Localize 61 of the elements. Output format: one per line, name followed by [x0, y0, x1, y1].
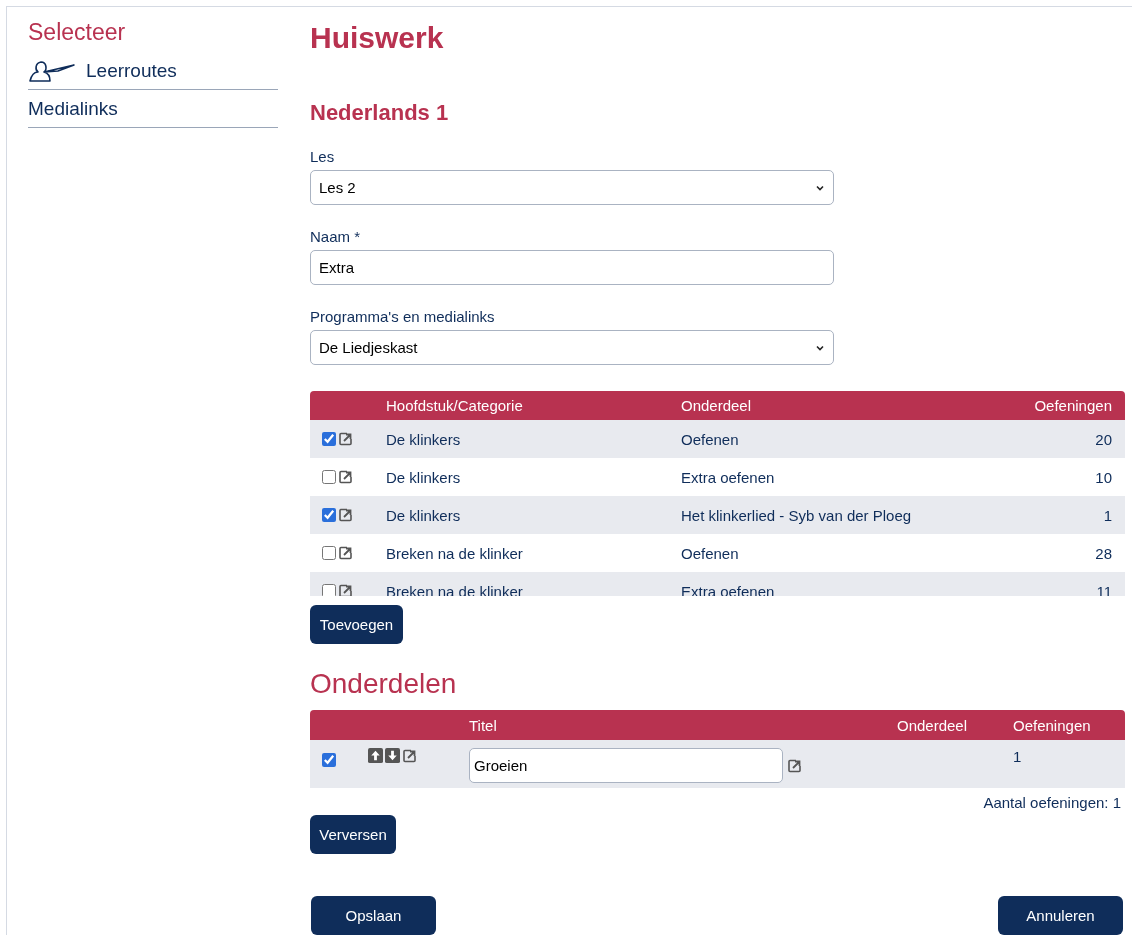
external-link-icon[interactable] — [338, 431, 354, 447]
table-cell-text: Extra oefenen — [681, 582, 776, 596]
table-cell-text: 1 — [1013, 748, 1023, 767]
external-link-icon[interactable] — [338, 545, 354, 561]
dropdown[interactable]: Les 2 — [310, 170, 834, 205]
table-row[interactable]: Breken na de klinker Oefenen 28 — [310, 534, 1125, 572]
input-field[interactable]: Extra — [310, 250, 834, 285]
table-cell-text: 20 — [1094, 430, 1112, 448]
sidebar-item[interactable]: Medialinks — [28, 90, 278, 128]
checkbox[interactable] — [322, 584, 336, 596]
table-cell-text: De klinkers — [386, 506, 462, 524]
table-cell-text: Breken na de klinker — [386, 544, 524, 562]
field-label: Naam * — [310, 228, 362, 245]
table-cell-text: 10 — [1094, 468, 1112, 486]
external-link-icon[interactable] — [338, 583, 354, 596]
external-link-icon[interactable] — [338, 469, 354, 485]
checkbox[interactable] — [322, 753, 336, 768]
exercise-total: Aantal oefeningen: 1 — [982, 794, 1122, 811]
table-cell-text: Het klinkerlied - Syb van der Ploeg — [681, 506, 913, 524]
column-header: Oefeningen — [1033, 397, 1112, 414]
table-cell-text: 1 — [1102, 506, 1112, 524]
table-row[interactable]: De klinkers Het klinkerlied - Syb van der Ploeg 1 — [310, 496, 1125, 534]
arrow-up-icon[interactable] — [368, 748, 383, 763]
column-header: Oefeningen — [1013, 716, 1092, 734]
external-link-icon[interactable] — [402, 748, 418, 764]
column-header: Hoofdstuk/Categorie — [386, 397, 524, 414]
column-header: Titel — [469, 716, 498, 734]
add-button[interactable]: Toevoegen — [310, 605, 403, 644]
column-header: Onderdeel — [681, 397, 753, 414]
external-link-icon[interactable] — [338, 507, 354, 523]
save-button[interactable]: Opslaan — [311, 896, 436, 935]
checkbox[interactable] — [322, 432, 336, 446]
checkbox[interactable] — [322, 508, 336, 522]
page-title: Huiswerk — [310, 21, 445, 55]
course-title: Nederlands 1 — [310, 100, 450, 126]
external-link-icon[interactable] — [787, 758, 803, 774]
table-cell-text: Breken na de klinker — [386, 582, 524, 596]
field-label: Les — [310, 148, 336, 165]
table-cell-text: Extra oefenen — [681, 468, 776, 486]
table-row[interactable]: Breken na de klinker Extra oefenen 11 — [310, 572, 1125, 596]
refresh-button[interactable]: Verversen — [310, 815, 396, 854]
person-icon — [28, 58, 76, 83]
cancel-button[interactable]: Annuleren — [998, 896, 1123, 935]
table-cell-text: 28 — [1094, 544, 1112, 562]
title-field[interactable]: Groeien — [469, 748, 783, 783]
table-row[interactable]: De klinkers Oefenen 20 — [310, 420, 1125, 458]
dropdown[interactable]: De Liedjeskast — [310, 330, 834, 365]
table-cell-text: Oefenen — [681, 544, 740, 562]
field-label: Programma's en medialinks — [310, 308, 496, 325]
column-header: Onderdeel — [897, 716, 969, 734]
table-cell-text: 11 — [1095, 582, 1112, 596]
sidebar-title: Selecteer — [28, 19, 127, 46]
table-row[interactable]: De klinkers Extra oefenen 10 — [310, 458, 1125, 496]
table-cell-text: De klinkers — [386, 468, 462, 486]
arrow-down-icon[interactable] — [385, 748, 400, 763]
checkbox[interactable] — [322, 546, 336, 560]
checkbox[interactable] — [322, 470, 336, 484]
section-title: Onderdelen — [310, 668, 458, 700]
sidebar-item-label[interactable]: Leerroutes — [86, 59, 177, 82]
table-cell-text: De klinkers — [386, 430, 462, 448]
table-cell-text: Oefenen — [681, 430, 740, 448]
